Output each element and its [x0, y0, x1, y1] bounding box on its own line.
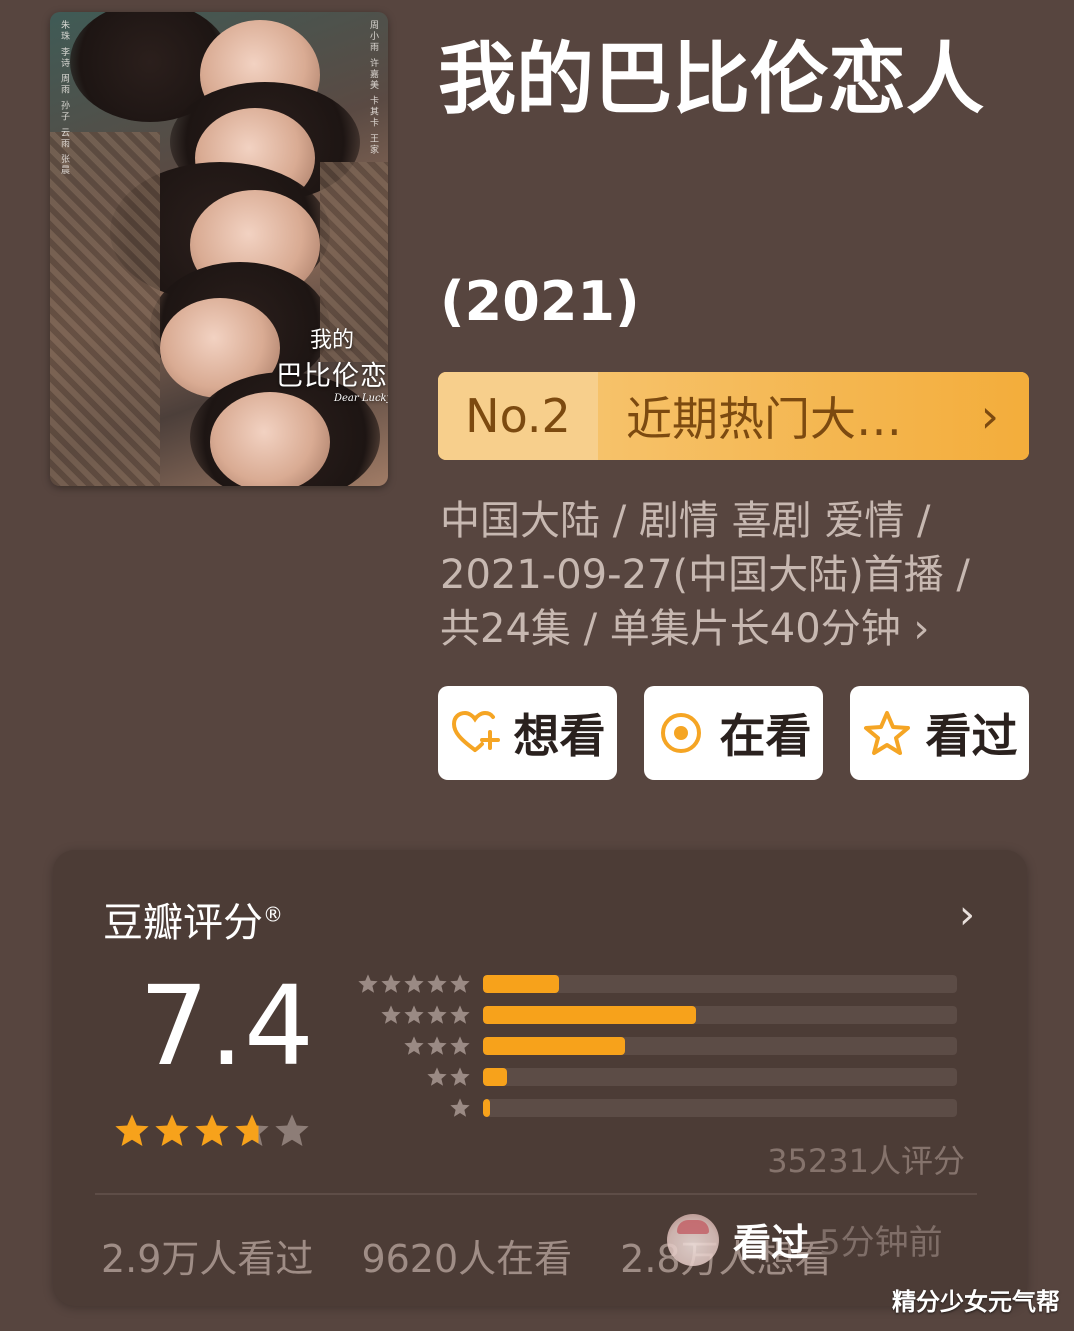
rating-score: 7.4 — [139, 962, 314, 1090]
rating-stars — [113, 1112, 311, 1150]
distribution-stars — [353, 1004, 483, 1026]
distribution-bar — [483, 974, 559, 993]
distribution-stars — [353, 1035, 483, 1057]
rating-distribution — [353, 968, 973, 1123]
stat-watched[interactable]: 2.9万人看过 — [101, 1228, 313, 1283]
chevron-right-icon[interactable]: › — [959, 892, 975, 938]
poster-credits-right: 周小雨 许嘉美 卡其卡 王家 — [368, 20, 378, 156]
distribution-track — [483, 974, 957, 993]
poster-logo-line1: 我的 — [310, 328, 355, 353]
rating-star-icon — [155, 1114, 189, 1147]
rank-label: 近期热门大… — [626, 392, 902, 446]
meta-line-premiere: 2021-09-27(中国大陆)首播 / — [440, 552, 970, 598]
drama-title: 我的巴比伦恋人 — [438, 35, 985, 125]
activity-toast: 看过 5分钟前 — [667, 1212, 943, 1267]
rating-star-icon — [115, 1114, 149, 1147]
distribution-track — [483, 1098, 957, 1117]
distribution-row — [353, 1030, 973, 1061]
small-star-icon — [450, 973, 470, 993]
rank-number: No.2 — [438, 372, 598, 460]
poster-clothing — [50, 132, 160, 486]
distribution-bar — [483, 1005, 697, 1024]
toast-text: 看过 — [733, 1221, 810, 1265]
rank-label-container: 近期热门大… › — [598, 372, 1029, 460]
rating-star-icon — [195, 1114, 229, 1147]
watching-button[interactable]: 在看 — [644, 686, 823, 780]
distribution-stars — [353, 1097, 483, 1119]
chevron-right-icon: › — [980, 389, 999, 443]
heart-plus-icon — [451, 710, 500, 752]
distribution-row — [353, 1061, 973, 1092]
poster-logo: 我的 巴比伦恋人 Dear Luckyz — [276, 322, 388, 404]
small-star-icon — [450, 1035, 470, 1055]
distribution-stars — [353, 1066, 483, 1088]
small-star-icon — [450, 1004, 470, 1024]
small-star-icon — [404, 1035, 424, 1055]
rating-title: 豆瓣评分® — [103, 890, 283, 948]
rating-star-icon — [275, 1114, 309, 1147]
small-star-icon — [381, 973, 401, 993]
small-star-icon — [427, 973, 447, 993]
distribution-row — [353, 999, 973, 1030]
meta-line-episodes: 共24集 / 单集片长40分钟 › — [440, 606, 930, 652]
stat-watching[interactable]: 9620人在看 — [361, 1228, 572, 1283]
card-divider — [95, 1193, 977, 1195]
distribution-track — [483, 1005, 957, 1024]
poster-credits-left: 朱珠 李诗 周雨 孙子 云雨 张晨 — [59, 20, 69, 177]
rating-star-icon — [235, 1114, 269, 1147]
rating-title-text: 豆瓣评分 — [103, 900, 263, 946]
distribution-bar — [483, 1036, 626, 1055]
small-star-icon — [427, 1004, 447, 1024]
rating-card[interactable]: 豆瓣评分® › 7.4 35231人评分 2.9万人看过 9620人在看 2.8… — [53, 850, 1027, 1306]
distribution-track — [483, 1067, 957, 1086]
rank-banner[interactable]: No.2 近期热门大… › — [438, 372, 1029, 460]
rating-count: 35231人评分 — [767, 1142, 965, 1180]
distribution-bar — [483, 1067, 507, 1086]
distribution-row — [353, 968, 973, 999]
watching-label: 在看 — [719, 709, 812, 763]
small-star-icon — [450, 1066, 470, 1086]
distribution-row — [353, 1092, 973, 1123]
watermark: 精分少女元气帮 — [892, 1288, 1060, 1316]
distribution-stars — [353, 973, 483, 995]
watching-circle-icon — [660, 713, 701, 753]
want-to-watch-button[interactable]: 想看 — [438, 686, 617, 780]
star-outline-icon — [863, 711, 910, 755]
drama-year: (2021) — [440, 270, 640, 333]
drama-poster[interactable]: 朱珠 李诗 周雨 孙子 云雨 张晨 周小雨 许嘉美 卡其卡 王家 我的 巴比伦恋… — [50, 12, 388, 486]
distribution-bar — [483, 1098, 491, 1117]
small-star-icon — [358, 973, 378, 993]
poster-logo-line2: 巴比伦恋人 — [276, 361, 388, 392]
small-star-icon — [404, 1004, 424, 1024]
distribution-track — [483, 1036, 957, 1055]
meta-line-region-genre: 中国大陆 / 剧情 喜剧 爱情 / — [440, 498, 931, 544]
small-star-icon — [404, 973, 424, 993]
avatar — [667, 1213, 719, 1266]
drama-meta[interactable]: 中国大陆 / 剧情 喜剧 爱情 / 2021-09-27(中国大陆)首播 / 共… — [440, 494, 1040, 656]
toast-time: 5分钟前 — [819, 1223, 943, 1263]
registered-mark: ® — [263, 902, 283, 927]
watched-button[interactable]: 看过 — [850, 686, 1029, 780]
small-star-icon — [450, 1097, 470, 1117]
poster-logo-line3: Dear Luckyz — [334, 393, 388, 404]
poster-figure — [210, 392, 330, 486]
action-buttons: 想看 在看 看过 — [438, 686, 1029, 780]
watched-label: 看过 — [925, 709, 1018, 763]
small-star-icon — [427, 1066, 447, 1086]
small-star-icon — [381, 1004, 401, 1024]
small-star-icon — [427, 1035, 447, 1055]
want-to-watch-label: 想看 — [513, 709, 606, 763]
